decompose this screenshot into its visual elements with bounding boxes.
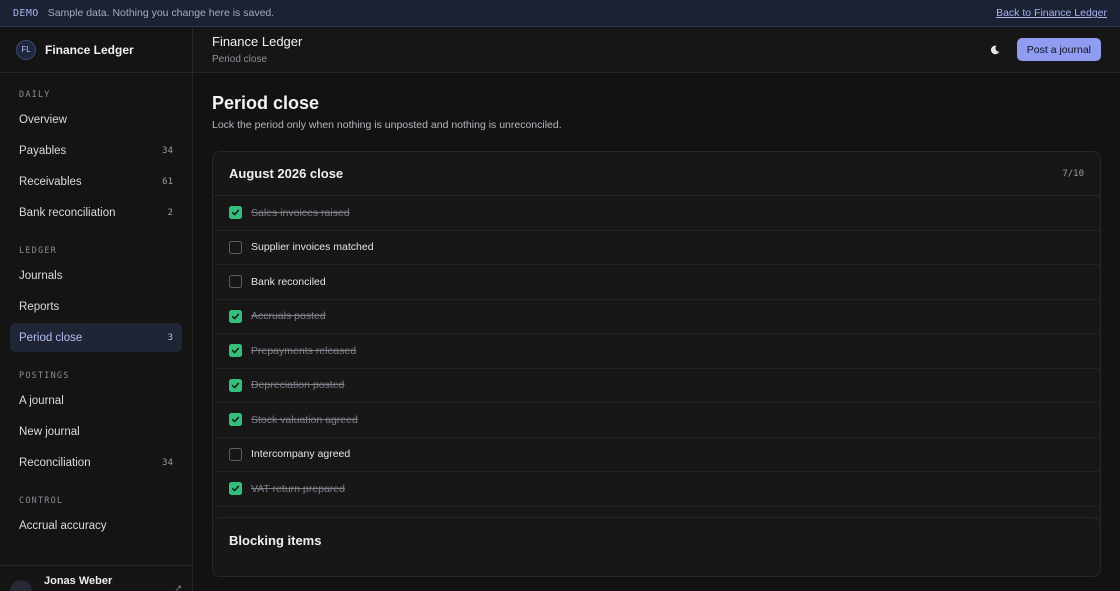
demo-banner: DEMO Sample data. Nothing you change her… <box>0 0 1120 27</box>
checklist-item[interactable]: VAT return prepared <box>213 472 1100 507</box>
checklist-item[interactable]: Stock valuation agreed <box>213 403 1100 438</box>
sidebar-item-label: Payables <box>19 144 67 157</box>
nav-section: POSTINGS A journal New journal Reconciliati… <box>0 354 192 477</box>
sidebar-item-label: Reports <box>19 300 60 313</box>
checklist-item-label: Bank reconciled <box>251 275 326 288</box>
checklist-item[interactable]: Supplier invoices matched <box>213 231 1100 265</box>
checklist-item[interactable]: Prepayments released <box>213 334 1100 369</box>
sidebar-item-overview[interactable]: Overview <box>10 105 182 134</box>
checkbox-icon[interactable] <box>229 275 242 289</box>
checklist-item-label: Supplier invoices matched <box>251 241 374 254</box>
main-content: Finance Ledger Period close Post a journ… <box>193 27 1120 591</box>
sidebar-item-label: Reconciliation <box>19 456 91 469</box>
checklist-item[interactable]: Bank reconciled <box>213 265 1100 300</box>
demo-tag: DEMO <box>13 7 39 19</box>
sidebar-item-reports[interactable]: Reports <box>10 292 182 321</box>
user-name: Jonas Weber <box>44 575 113 587</box>
brand[interactable]: FL Finance Ledger <box>0 27 192 73</box>
back-to-app-link[interactable]: Back to Finance Ledger <box>996 7 1107 19</box>
sidebar-item-label: New journal <box>19 425 80 438</box>
sidebar: FL Finance Ledger DAILY Overview Payables 3… <box>0 27 193 591</box>
sidebar-item-count: 34 <box>162 145 173 156</box>
checkbox-checked-icon[interactable] <box>229 309 242 323</box>
nav-section-label: CONTROL <box>19 496 64 506</box>
blocking-items-card: Blocking items <box>212 517 1101 577</box>
sidebar-item-payables[interactable]: Payables 34 <box>10 136 182 165</box>
sidebar-item-a-journal[interactable]: A journal <box>10 386 182 415</box>
moon-icon[interactable] <box>988 43 1002 57</box>
brand-name: Finance Ledger <box>45 42 134 57</box>
checkbox-checked-icon[interactable] <box>229 413 242 427</box>
sidebar-item-new-journal[interactable]: New journal <box>10 417 182 446</box>
checklist-progress: 7/10 <box>1062 168 1084 179</box>
nav-section: CONTROL Accrual accuracy <box>0 479 192 540</box>
checklist-item-label: Prepayments released <box>251 344 357 357</box>
sidebar-item-reconciliation[interactable]: Reconciliation 34 <box>10 448 182 477</box>
sidebar-nav: DAILY Overview Payables 34 Receivables 61 Bank… <box>0 73 192 540</box>
sidebar-item-label: Period close <box>19 331 83 344</box>
sidebar-item-count: 61 <box>162 176 173 187</box>
nav-section-label: POSTINGS <box>19 371 70 381</box>
checklist-item-label: Intercompany agreed <box>251 448 351 461</box>
checklist-header: August 2026 close 7/10 <box>213 152 1100 196</box>
checklist-item-label: Accruals posted <box>251 310 326 323</box>
checkbox-checked-icon[interactable] <box>229 378 242 392</box>
topbar: Finance Ledger Period close Post a journ… <box>193 27 1120 73</box>
sidebar-item-accrual-accuracy[interactable]: Accrual accuracy <box>10 511 182 540</box>
sidebar-item-receivables[interactable]: Receivables 61 <box>10 167 182 196</box>
close-checklist-card: August 2026 close 7/10 Sales invoices ra… <box>212 151 1101 542</box>
user-menu-icon[interactable]: ↗ <box>174 583 182 591</box>
checklist-items: Sales invoices raised Supplier invoices m… <box>213 196 1100 541</box>
sidebar-item-count: 3 <box>167 332 173 343</box>
nav-section: DAILY Overview Payables 34 Receivables 61 Bank… <box>0 73 192 227</box>
sidebar-item-label: Accrual accuracy <box>19 519 107 532</box>
blocking-items-title: Blocking items <box>229 533 322 548</box>
nav-section-label: DAILY <box>19 90 51 100</box>
user-profile[interactable]: JW Jonas Weber ↗ <box>0 565 192 591</box>
checkbox-icon[interactable] <box>229 240 242 254</box>
checklist-item[interactable]: Sales invoices raised <box>213 196 1100 231</box>
avatar: JW <box>10 580 32 591</box>
demo-message: Sample data. Nothing you change here is … <box>47 7 275 19</box>
nav-section-label: LEDGER <box>19 246 57 256</box>
post-journal-button[interactable]: Post a journal <box>1016 38 1101 61</box>
checkbox-checked-icon[interactable] <box>229 344 242 358</box>
sidebar-item-label: A journal <box>19 394 64 407</box>
topbar-title: Finance Ledger <box>212 34 303 49</box>
sidebar-item-journals[interactable]: Journals <box>10 261 182 290</box>
sidebar-item-bank-reconciliation[interactable]: Bank reconciliation 2 <box>10 198 182 227</box>
topbar-subtitle: Period close <box>212 54 268 65</box>
sidebar-item-label: Overview <box>19 113 67 126</box>
checkbox-icon[interactable] <box>229 447 242 461</box>
sidebar-item-period-close[interactable]: Period close 3 <box>10 323 182 352</box>
checkbox-checked-icon[interactable] <box>229 482 242 496</box>
sidebar-item-count: 34 <box>162 457 173 468</box>
page-title: Period close <box>212 93 320 113</box>
sidebar-item-label: Receivables <box>19 175 82 188</box>
checklist-item-label: Stock valuation agreed <box>251 413 358 426</box>
checklist-item-label: Sales invoices raised <box>251 206 350 219</box>
checklist-item-label: VAT return prepared <box>251 482 345 495</box>
checklist-title: August 2026 close <box>229 166 344 181</box>
nav-section: LEDGER Journals Reports Period close 3 <box>0 229 192 352</box>
checklist-item[interactable]: Intercompany agreed <box>213 438 1100 472</box>
checklist-item-label: Depreciation posted <box>251 379 345 392</box>
checkbox-checked-icon[interactable] <box>229 206 242 220</box>
checklist-item[interactable]: Depreciation posted <box>213 369 1100 403</box>
sidebar-item-count: 2 <box>167 207 173 218</box>
sidebar-item-label: Journals <box>19 269 63 282</box>
brand-logo: FL <box>16 39 36 60</box>
checklist-item[interactable]: Accruals posted <box>213 300 1100 334</box>
sidebar-item-label: Bank reconciliation <box>19 206 116 219</box>
page-description: Lock the period only when nothing is unp… <box>212 119 562 131</box>
